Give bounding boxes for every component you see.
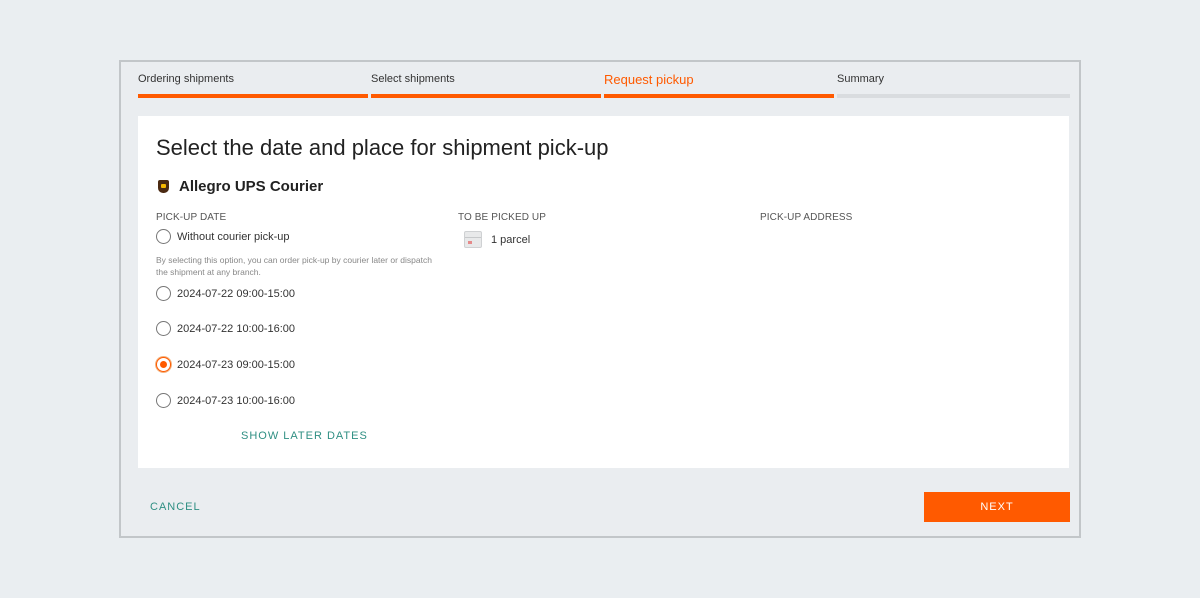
pickup-card: Select the date and place for shipment p…	[138, 116, 1069, 468]
show-later-dates-link[interactable]: SHOW LATER DATES	[241, 430, 368, 442]
step-select-shipments: Select shipments	[371, 62, 604, 102]
step-label: Select shipments	[371, 73, 455, 85]
option-label: Without courier pick-up	[177, 230, 290, 243]
step-progress-bar	[837, 94, 1070, 98]
option-date-1[interactable]: 2024-07-22 09:00-15:00	[156, 286, 295, 301]
radio-button[interactable]	[156, 321, 171, 336]
option-without-pickup[interactable]: Without courier pick-up	[156, 229, 290, 244]
option-label: 2024-07-22 09:00-15:00	[177, 287, 296, 300]
pickup-address-heading: PICK-UP ADDRESS	[760, 212, 853, 223]
parcel-summary: 1 parcel	[464, 231, 530, 248]
parcel-count: 1 parcel	[491, 233, 531, 246]
page-title: Select the date and place for shipment p…	[156, 135, 609, 160]
cancel-button[interactable]: CANCEL	[150, 501, 201, 513]
stepper: Ordering shipments Select shipments Requ…	[138, 62, 1070, 102]
step-ordering-shipments: Ordering shipments	[138, 62, 371, 102]
to-be-picked-up-heading: TO BE PICKED UP	[458, 212, 547, 223]
option-date-4[interactable]: 2024-07-23 10:00-16:00	[156, 393, 295, 408]
next-button[interactable]: NEXT	[924, 492, 1070, 522]
step-label: Ordering shipments	[138, 73, 234, 85]
ups-logo-icon	[158, 180, 169, 193]
carrier-name: Allegro UPS Courier	[179, 178, 324, 195]
step-summary: Summary	[837, 62, 1070, 102]
option-date-2[interactable]: 2024-07-22 10:00-16:00	[156, 321, 295, 336]
option-date-3[interactable]: 2024-07-23 09:00-15:00	[156, 357, 295, 372]
step-progress-bar	[604, 94, 834, 98]
step-request-pickup: Request pickup	[604, 62, 837, 102]
radio-button-selected[interactable]	[156, 357, 171, 372]
pickup-date-heading: PICK-UP DATE	[156, 212, 227, 223]
step-label: Request pickup	[604, 72, 694, 87]
parcel-icon	[464, 231, 482, 248]
step-progress-bar	[138, 94, 368, 98]
option-label: 2024-07-23 10:00-16:00	[177, 394, 296, 407]
option-label: 2024-07-23 09:00-15:00	[177, 358, 296, 371]
option-hint: By selecting this option, you can order …	[156, 255, 432, 277]
radio-button[interactable]	[156, 393, 171, 408]
option-label: 2024-07-22 10:00-16:00	[177, 322, 296, 335]
carrier-header: Allegro UPS Courier	[158, 178, 323, 195]
step-label: Summary	[837, 73, 885, 85]
radio-button[interactable]	[156, 286, 171, 301]
radio-button[interactable]	[156, 229, 171, 244]
step-progress-bar	[371, 94, 601, 98]
pickup-dialog: Ordering shipments Select shipments Requ…	[119, 60, 1081, 538]
